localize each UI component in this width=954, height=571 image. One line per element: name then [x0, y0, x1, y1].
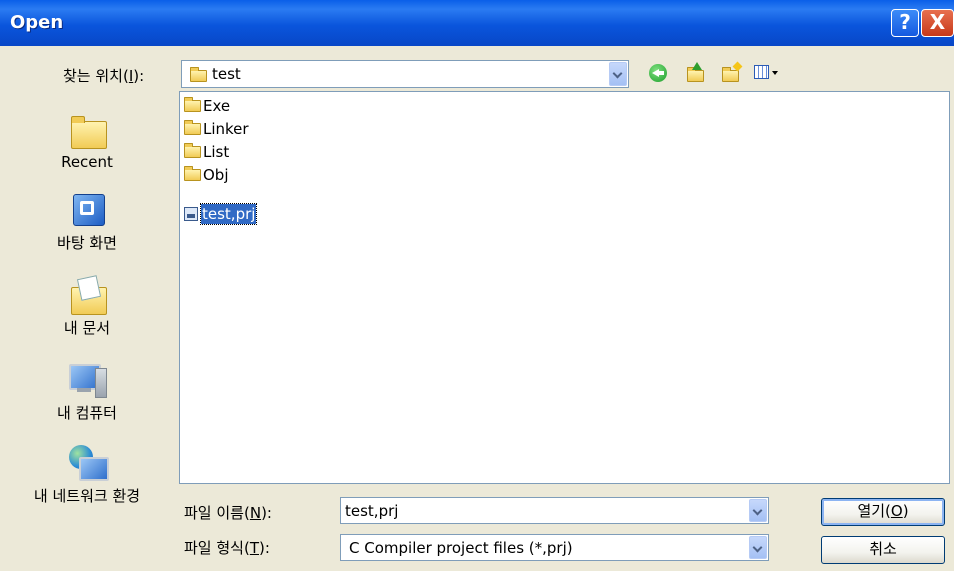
- list-item[interactable]: Obj: [184, 164, 229, 186]
- file-type-dropdown[interactable]: C Compiler project files (*,prj): [340, 534, 769, 561]
- title-bar[interactable]: Open ? X: [0, 0, 954, 46]
- place-label: Recent: [61, 153, 113, 171]
- list-item[interactable]: Exe: [184, 95, 230, 117]
- file-name-value: test,prj: [345, 502, 399, 520]
- close-button[interactable]: X: [921, 9, 954, 37]
- back-button[interactable]: [649, 64, 667, 82]
- folder-icon: [184, 143, 201, 158]
- place-label: 내 문서: [63, 319, 111, 337]
- file-type-label: 파일 형식(T):: [184, 539, 270, 557]
- places-bar: Recent 바탕 화면 내 문서 내 컴퓨터 내 네트워크 환경: [4, 91, 170, 559]
- chevron-down-icon[interactable]: [749, 499, 767, 522]
- place-label: 내 네트워크 환경: [33, 487, 141, 505]
- chevron-down-icon[interactable]: [609, 62, 627, 86]
- window-title: Open: [10, 12, 64, 33]
- folder-icon: [184, 120, 201, 135]
- look-in-label: 찾는 위치(I):: [63, 67, 145, 85]
- open-button[interactable]: 열기(O): [821, 498, 945, 526]
- help-button[interactable]: ?: [891, 9, 919, 37]
- list-item[interactable]: List: [184, 141, 229, 163]
- place-recent[interactable]: Recent: [4, 113, 170, 171]
- place-my-computer[interactable]: 내 컴퓨터: [4, 362, 170, 423]
- list-item-selected[interactable]: test,prj: [184, 203, 258, 225]
- cancel-button[interactable]: 취소: [821, 536, 945, 564]
- open-dialog: Open ? X 찾는 위치(I): test Recent 바탕 화면 내 문…: [0, 0, 954, 571]
- folder-icon: [190, 67, 207, 82]
- folder-icon: [722, 67, 739, 82]
- my-computer-icon: [67, 362, 107, 402]
- place-label: 바탕 화면: [57, 234, 117, 252]
- arrow-up-icon: [692, 62, 702, 70]
- network-places-icon: [67, 445, 109, 485]
- look-in-value: test: [212, 65, 241, 83]
- new-folder-button[interactable]: [720, 61, 743, 84]
- folder-icon: [687, 67, 704, 82]
- look-in-dropdown[interactable]: test: [181, 60, 629, 88]
- place-label: 내 컴퓨터: [57, 404, 117, 422]
- place-network[interactable]: 내 네트워크 환경: [4, 445, 170, 506]
- caret-down-icon: [772, 71, 778, 75]
- recent-folder-icon: [67, 113, 107, 153]
- file-list[interactable]: Exe Linker List Obj test,prj: [179, 91, 950, 484]
- desktop-icon: [67, 192, 107, 232]
- folder-icon: [184, 97, 201, 112]
- project-file-icon: [184, 207, 198, 221]
- chevron-down-icon[interactable]: [749, 536, 767, 559]
- file-name-input[interactable]: test,prj: [340, 497, 769, 524]
- view-menu-button[interactable]: [754, 63, 784, 83]
- view-grid-icon: [754, 65, 769, 79]
- list-item[interactable]: Linker: [184, 118, 249, 140]
- place-desktop[interactable]: 바탕 화면: [4, 192, 170, 253]
- up-folder-button[interactable]: [685, 62, 707, 84]
- file-name-label: 파일 이름(N):: [184, 504, 272, 522]
- place-my-documents[interactable]: 내 문서: [4, 275, 170, 338]
- file-type-value: C Compiler project files (*,prj): [349, 539, 573, 557]
- folder-icon: [184, 166, 201, 181]
- my-documents-icon: [67, 275, 107, 317]
